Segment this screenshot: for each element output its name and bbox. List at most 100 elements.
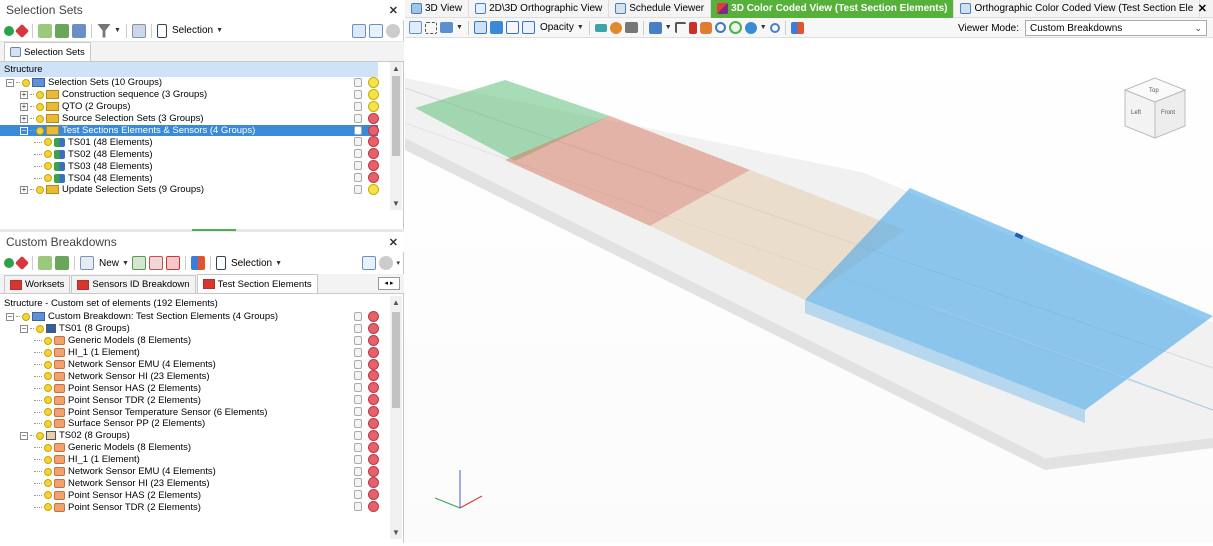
tree-row[interactable]: Network Sensor EMU (4 Elements) [0,465,379,478]
lock-icon[interactable] [354,466,362,476]
tree-row[interactable]: Point Sensor TDR (2 Elements) [0,501,379,513]
settings-icon[interactable] [379,256,394,270]
visibility-icon[interactable] [368,148,379,160]
expand-toggle-icon[interactable]: − [6,78,14,87]
visibility-icon[interactable] [368,358,379,370]
lock-icon[interactable] [354,185,362,195]
visibility-icon[interactable] [368,501,379,513]
tree-collapse-icon[interactable] [55,23,69,38]
chevron-down-icon[interactable]: ▼ [760,24,767,31]
lock-icon[interactable] [354,312,362,321]
scroll-up-icon[interactable]: ▲ [392,298,400,307]
cube-view-icon[interactable] [473,21,487,34]
lock-icon[interactable] [354,383,362,393]
tab-3d-view[interactable]: 3D View [405,0,470,18]
selection-menu[interactable]: Selection [172,25,213,36]
lock-icon[interactable] [354,454,362,464]
tree-row[interactable]: Network Sensor EMU (4 Elements) [0,358,379,371]
lock-icon[interactable] [354,371,362,381]
visibility-icon[interactable] [368,406,379,418]
visibility-icon[interactable] [368,429,379,441]
scroll-down-icon[interactable]: ▼ [392,199,400,208]
tree-row[interactable]: Generic Models (8 Elements) [0,441,379,454]
chevron-down-icon[interactable]: ▼ [216,27,223,34]
scroll-up-icon[interactable]: ▲ [392,64,400,73]
filter-icon[interactable] [97,23,111,38]
new-button[interactable]: New [99,258,119,269]
tab-orthographic-color-coded-view[interactable]: Orthographic Color Coded View (Test Sect… [954,0,1201,18]
expand-toggle-icon[interactable]: + [20,102,28,111]
lock-icon[interactable] [354,137,362,147]
tree-row[interactable]: Surface Sensor PP (2 Elements) [0,418,379,430]
expand-toggle-icon[interactable]: − [6,312,14,321]
add-set-icon[interactable] [4,25,14,36]
cursor-icon[interactable] [156,23,167,38]
cursor-icon[interactable] [215,256,226,270]
chevron-down-icon[interactable]: ▼ [275,260,282,267]
scroll-thumb[interactable] [392,312,400,408]
visibility-icon[interactable] [368,77,379,88]
scrollbar[interactable]: ▲ ▼ [390,62,402,210]
view-cube[interactable]: Top Left Front [1123,77,1187,139]
orbit-icon[interactable] [728,21,742,34]
visibility-icon[interactable] [368,453,379,465]
paint-icon[interactable] [14,23,30,38]
camera-icon[interactable] [624,22,638,33]
lock-icon[interactable] [354,335,362,345]
lock-icon[interactable] [354,442,362,452]
tree-row[interactable]: TS04 (48 Elements) [0,172,379,184]
tree-expand-icon[interactable] [38,256,52,270]
cube-solid-icon[interactable] [489,21,503,34]
color-code-icon[interactable] [190,256,205,270]
new-breakdown-icon[interactable] [80,256,94,270]
visibility-icon[interactable] [368,334,379,346]
expand-toggle-icon[interactable]: + [20,114,28,123]
lock-icon[interactable] [354,323,362,333]
section-box-icon[interactable] [648,21,662,34]
visibility-icon[interactable] [368,100,379,112]
tree-row[interactable]: − Custom Breakdown: Test Section Elements… [0,311,379,323]
lock-icon[interactable] [354,478,362,488]
tree-row[interactable]: − TS01 (8 Groups) [0,322,379,335]
paint-icon[interactable] [14,255,30,271]
lock-icon[interactable] [354,161,362,171]
copy-icon[interactable] [131,23,146,38]
delete-icon[interactable] [165,256,180,270]
tree-row[interactable]: HI_1 (1 Element) [0,453,379,466]
add-group-icon[interactable] [131,256,146,270]
view-icon[interactable] [362,256,377,270]
visibility-icon[interactable] [368,489,379,501]
lock-icon[interactable] [354,89,362,99]
tree-row[interactable]: + QTO (2 Groups) [0,100,379,113]
tab-worksets[interactable]: Worksets [4,275,71,293]
tree-row[interactable]: TS01 (48 Elements) [0,136,379,148]
visibility-icon[interactable] [368,477,379,489]
edit-icon[interactable] [148,256,163,270]
visibility-icon[interactable] [368,382,379,394]
visibility-icon[interactable] [368,112,379,124]
lock-icon[interactable] [354,149,362,159]
tab-sensors-id-breakdown[interactable]: Sensors ID Breakdown [71,275,196,293]
lock-icon[interactable] [354,407,362,417]
refresh-icon[interactable] [72,23,86,38]
lock-icon[interactable] [354,490,362,500]
tab-schedule-viewer[interactable]: Schedule Viewer [609,0,712,18]
chevron-down-icon[interactable]: ▼ [577,24,584,31]
lock-icon[interactable] [354,502,362,512]
lock-icon[interactable] [354,395,362,405]
lock-icon[interactable] [354,78,362,87]
lock-icon[interactable] [354,101,362,111]
tree-row[interactable]: TS03 (48 Elements) [0,160,379,172]
tab-scroll-buttons[interactable]: ◂ ▸ [378,277,400,290]
visibility-icon[interactable] [368,418,379,430]
lock-icon[interactable] [354,347,362,357]
viewer-mode-select[interactable]: Custom Breakdowns ⌄ [1025,20,1207,36]
visibility-icon[interactable] [368,160,379,172]
tab-test-section-elements[interactable]: Test Section Elements [196,274,318,293]
expand-toggle-icon[interactable]: + [20,185,28,194]
visibility-icon[interactable] [368,172,379,184]
walk-icon[interactable] [699,21,712,34]
visibility-icon[interactable] [368,346,379,358]
layer-icon[interactable] [594,23,607,32]
3d-viewport[interactable]: Top Left Front [404,38,1213,543]
